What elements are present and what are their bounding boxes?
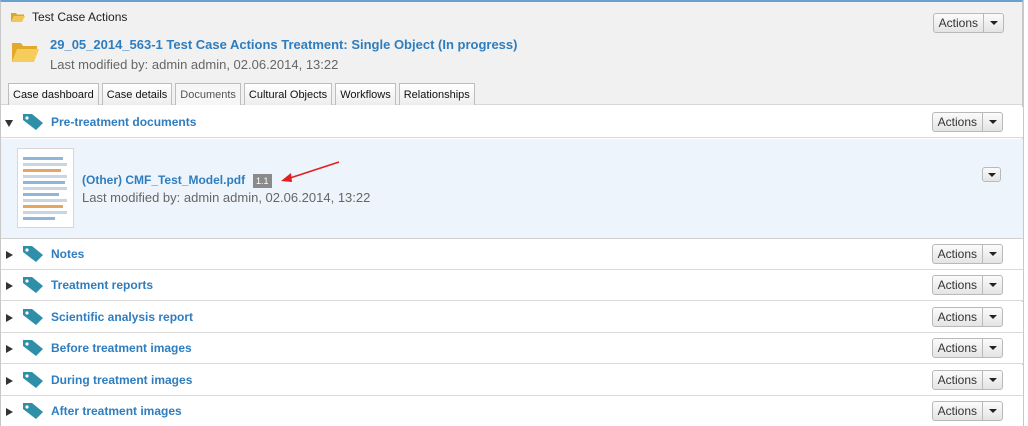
expand-toggle-icon[interactable] bbox=[6, 345, 13, 353]
chevron-down-icon[interactable] bbox=[983, 276, 1002, 294]
section-notes: Notes Actions bbox=[1, 239, 1024, 270]
tab-cultural-objects[interactable]: Cultural Objects bbox=[243, 83, 333, 105]
tag-icon bbox=[23, 246, 43, 262]
section-label[interactable]: Before treatment images bbox=[51, 341, 192, 355]
document-thumbnail[interactable] bbox=[17, 148, 74, 228]
folder-icon bbox=[12, 43, 39, 62]
tag-icon bbox=[23, 309, 43, 325]
app-frame: Test Case Actions 29_05_2014_563-1 Test … bbox=[0, 0, 1024, 426]
section-actions-label: Actions bbox=[933, 276, 983, 294]
chevron-down-icon[interactable] bbox=[983, 371, 1002, 389]
breadcrumb-label[interactable]: Test Case Actions bbox=[32, 10, 127, 24]
section-actions-label: Actions bbox=[933, 308, 983, 326]
expand-toggle-icon[interactable] bbox=[6, 282, 13, 290]
tab-relationships[interactable]: Relationships bbox=[398, 83, 475, 105]
tag-icon bbox=[23, 114, 43, 130]
section-after-treatment-images: After treatment images Actions bbox=[1, 396, 1024, 426]
case-last-modified: Last modified by: admin admin, 02.06.201… bbox=[50, 57, 339, 72]
section-label[interactable]: After treatment images bbox=[51, 404, 182, 418]
section-label[interactable]: Scientific analysis report bbox=[51, 310, 193, 324]
chevron-down-icon bbox=[987, 172, 996, 177]
section-actions-button[interactable]: Actions bbox=[931, 307, 1003, 327]
section-scientific-analysis-report: Scientific analysis report Actions bbox=[1, 302, 1024, 333]
case-title[interactable]: 29_05_2014_563-1 Test Case Actions Treat… bbox=[50, 37, 517, 52]
section-label[interactable]: Treatment reports bbox=[51, 278, 153, 292]
section-actions-button[interactable]: Actions bbox=[931, 338, 1003, 358]
section-actions-button[interactable]: Actions bbox=[931, 112, 1003, 132]
section-actions-button[interactable]: Actions bbox=[931, 244, 1003, 264]
case-actions-label: Actions bbox=[934, 14, 984, 32]
section-label[interactable]: Pre-treatment documents bbox=[51, 115, 196, 129]
section-actions-button[interactable]: Actions bbox=[931, 370, 1003, 390]
section-actions-label: Actions bbox=[933, 371, 983, 389]
chevron-down-icon[interactable] bbox=[983, 402, 1002, 420]
tag-icon bbox=[23, 277, 43, 293]
tag-icon bbox=[23, 340, 43, 356]
section-actions-label: Actions bbox=[933, 339, 983, 357]
tab-case-details[interactable]: Case details bbox=[101, 83, 173, 105]
expand-toggle-icon[interactable] bbox=[6, 377, 13, 385]
version-badge: 1.1 bbox=[253, 174, 272, 188]
annotation-arrow-icon bbox=[281, 161, 340, 182]
section-treatment-reports: Treatment reports Actions bbox=[1, 270, 1024, 301]
chevron-down-icon[interactable] bbox=[983, 113, 1002, 131]
expand-toggle-icon[interactable] bbox=[6, 314, 13, 322]
case-header: Test Case Actions 29_05_2014_563-1 Test … bbox=[1, 2, 1022, 105]
section-actions-label: Actions bbox=[933, 113, 983, 131]
tag-icon bbox=[23, 403, 43, 419]
document-title-link[interactable]: (Other) CMF_Test_Model.pdf bbox=[82, 173, 245, 187]
chevron-down-icon[interactable] bbox=[983, 308, 1002, 326]
tab-bar: Case dashboard Case details Documents Cu… bbox=[8, 83, 475, 105]
section-label[interactable]: Notes bbox=[51, 247, 84, 261]
expand-toggle-icon[interactable] bbox=[6, 408, 13, 416]
tab-documents[interactable]: Documents bbox=[175, 83, 241, 105]
tag-icon bbox=[23, 372, 43, 388]
section-actions-label: Actions bbox=[933, 402, 983, 420]
section-actions-button[interactable]: Actions bbox=[931, 401, 1003, 421]
section-pre-treatment-documents: Pre-treatment documents Actions bbox=[1, 107, 1024, 138]
expand-toggle-icon[interactable] bbox=[6, 251, 13, 259]
chevron-down-icon[interactable] bbox=[983, 339, 1002, 357]
chevron-down-icon[interactable] bbox=[983, 245, 1002, 263]
breadcrumb: Test Case Actions bbox=[11, 10, 127, 24]
section-label[interactable]: During treatment images bbox=[51, 373, 192, 387]
tab-workflows[interactable]: Workflows bbox=[335, 83, 396, 105]
expand-toggle-icon[interactable] bbox=[5, 120, 13, 127]
document-last-modified: Last modified by: admin admin, 02.06.201… bbox=[82, 190, 371, 205]
folder-open-icon bbox=[11, 12, 25, 22]
tab-case-dashboard[interactable]: Case dashboard bbox=[8, 83, 99, 105]
section-before-treatment-images: Before treatment images Actions bbox=[1, 333, 1024, 364]
section-actions-label: Actions bbox=[933, 245, 983, 263]
chevron-down-icon[interactable] bbox=[984, 14, 1003, 32]
window-edge bbox=[1023, 0, 1028, 426]
document-item: (Other) CMF_Test_Model.pdf 1.1 Last modi… bbox=[1, 139, 1024, 239]
document-menu-button[interactable] bbox=[982, 167, 1001, 182]
section-actions-button[interactable]: Actions bbox=[931, 275, 1003, 295]
section-during-treatment-images: During treatment images Actions bbox=[1, 365, 1024, 396]
case-actions-button[interactable]: Actions bbox=[932, 13, 1004, 33]
